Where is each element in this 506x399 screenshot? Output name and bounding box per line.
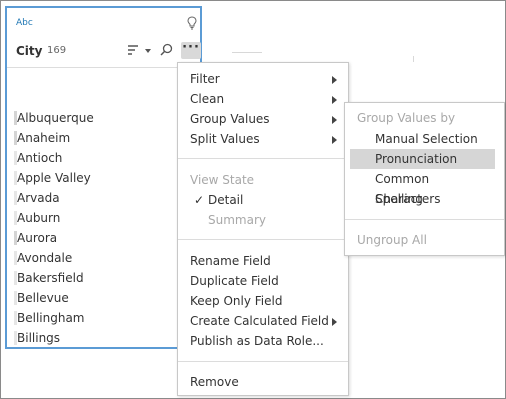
menu-item-label: Rename Field xyxy=(190,254,271,268)
field-context-menu: Filter Clean Group Values Split Values V… xyxy=(177,62,349,396)
menu-item-group-values[interactable]: Group Values xyxy=(178,109,348,129)
menu-item-label: Remove xyxy=(190,375,239,389)
field-name: City xyxy=(16,44,43,58)
list-item-label: Albuquerque xyxy=(17,111,94,125)
list-item-label: Bellingham xyxy=(17,311,85,325)
value-list: Albuquerque Anaheim Antioch Apple Valley Arv… xyxy=(7,108,200,348)
menu-separator xyxy=(178,361,348,362)
list-item-label: Billings xyxy=(17,331,61,345)
submenu-item-label: Manual Selection xyxy=(375,132,478,146)
menu-item-clean[interactable]: Clean xyxy=(178,89,348,109)
list-item[interactable]: Aurora xyxy=(7,228,200,248)
list-item-label: Avondale xyxy=(17,251,73,265)
more-options-icon: ··· xyxy=(182,40,200,55)
value-bar xyxy=(14,271,17,285)
data-type-label: Abc xyxy=(16,18,33,28)
field-profile-card[interactable]: Abc City 169 ··· Albuquerque Anaheim Antio… xyxy=(5,6,202,349)
submenu-header: Group Values by xyxy=(357,111,456,125)
list-item[interactable]: Apple Valley xyxy=(7,168,200,188)
submenu-item-spelling[interactable]: Spelling xyxy=(350,189,495,209)
list-item-label: Anaheim xyxy=(17,131,71,145)
menu-item-duplicate-field[interactable]: Duplicate Field xyxy=(178,271,348,291)
menu-item-publish-as-data-role[interactable]: Publish as Data Role... xyxy=(178,331,348,351)
list-item[interactable]: Bellingham xyxy=(7,308,200,328)
list-item[interactable]: Arvada xyxy=(7,188,200,208)
list-item[interactable]: Bellevue xyxy=(7,288,200,308)
menu-item-label: Create Calculated Field xyxy=(190,314,329,328)
chevron-right-icon xyxy=(332,76,337,84)
menu-separator xyxy=(178,239,348,240)
menu-item-label: Summary xyxy=(208,213,266,227)
value-bar xyxy=(14,131,17,145)
checkmark-icon: ✓ xyxy=(194,193,205,207)
more-options-button[interactable]: ··· xyxy=(181,40,201,59)
menu-item-remove[interactable]: Remove xyxy=(178,372,348,392)
list-item[interactable]: Avondale xyxy=(7,248,200,268)
list-item[interactable]: Bakersfield xyxy=(7,268,200,288)
list-item-label: Bellevue xyxy=(17,291,69,305)
menu-item-summary: Summary xyxy=(178,210,348,230)
list-item[interactable]: Albuquerque xyxy=(7,108,200,128)
list-item-label: Arvada xyxy=(17,191,60,205)
value-bar xyxy=(14,251,17,265)
menu-item-label: Split Values xyxy=(190,132,260,146)
search-icon[interactable] xyxy=(160,43,173,56)
card-divider xyxy=(7,67,200,68)
submenu-item-pronunciation[interactable]: Pronunciation xyxy=(350,149,495,169)
menu-item-create-calculated-field[interactable]: Create Calculated Field xyxy=(178,311,348,331)
menu-item-filter[interactable]: Filter xyxy=(178,69,348,89)
value-bar xyxy=(14,331,17,345)
menu-item-label: Group Values xyxy=(190,112,270,126)
list-item[interactable]: Auburn xyxy=(7,208,200,228)
value-bar xyxy=(14,111,17,125)
list-item[interactable]: Antioch xyxy=(7,148,200,168)
list-item[interactable]: Anaheim xyxy=(7,128,200,148)
group-values-submenu: Group Values by Manual Selection Pronunc… xyxy=(344,102,505,256)
list-item-label: Antioch xyxy=(17,151,63,165)
menu-separator xyxy=(178,158,348,159)
value-bar xyxy=(14,171,17,185)
menu-item-label: Publish as Data Role... xyxy=(190,334,324,348)
chevron-right-icon xyxy=(332,318,337,326)
chevron-right-icon xyxy=(332,116,337,124)
list-item-label: Auburn xyxy=(17,211,61,225)
menu-item-keep-only-field[interactable]: Keep Only Field xyxy=(178,291,348,311)
menu-item-label: Duplicate Field xyxy=(190,274,279,288)
value-bar xyxy=(14,211,17,225)
value-bar xyxy=(14,191,17,205)
chevron-right-icon xyxy=(332,136,337,144)
list-item-label: Apple Valley xyxy=(17,171,91,185)
submenu-item-label: Pronunciation xyxy=(375,152,458,166)
submenu-item-label: Spelling xyxy=(375,192,423,206)
menu-item-label: View State xyxy=(190,173,255,187)
submenu-separator xyxy=(345,219,504,220)
lightbulb-icon[interactable] xyxy=(187,16,197,30)
submenu-item-ungroup-all: Ungroup All xyxy=(357,233,427,247)
list-item[interactable]: Billings xyxy=(7,328,200,348)
sort-icon[interactable] xyxy=(127,44,139,56)
submenu-item-common-characters[interactable]: Common Characters xyxy=(350,169,495,206)
value-bar xyxy=(14,231,17,245)
menu-item-detail[interactable]: ✓ Detail xyxy=(178,190,348,210)
chevron-right-icon xyxy=(332,96,337,104)
menu-item-label: Filter xyxy=(190,72,220,86)
menu-header-view-state: View State xyxy=(178,170,348,190)
caret-down-icon[interactable] xyxy=(145,49,151,53)
background-mark xyxy=(413,56,414,62)
background-mark xyxy=(232,52,262,53)
menu-item-rename-field[interactable]: Rename Field xyxy=(178,251,348,271)
field-count: 169 xyxy=(47,45,67,56)
submenu-item-manual-selection[interactable]: Manual Selection xyxy=(350,129,495,149)
value-bar xyxy=(14,311,17,325)
menu-item-split-values[interactable]: Split Values xyxy=(178,129,348,149)
value-bar xyxy=(14,291,17,305)
list-item-label: Bakersfield xyxy=(17,271,84,285)
menu-item-label: Keep Only Field xyxy=(190,294,283,308)
menu-item-label: Clean xyxy=(190,92,225,106)
value-bar xyxy=(14,151,17,165)
menu-item-label: Detail xyxy=(208,193,244,207)
list-item-label: Aurora xyxy=(17,231,58,245)
